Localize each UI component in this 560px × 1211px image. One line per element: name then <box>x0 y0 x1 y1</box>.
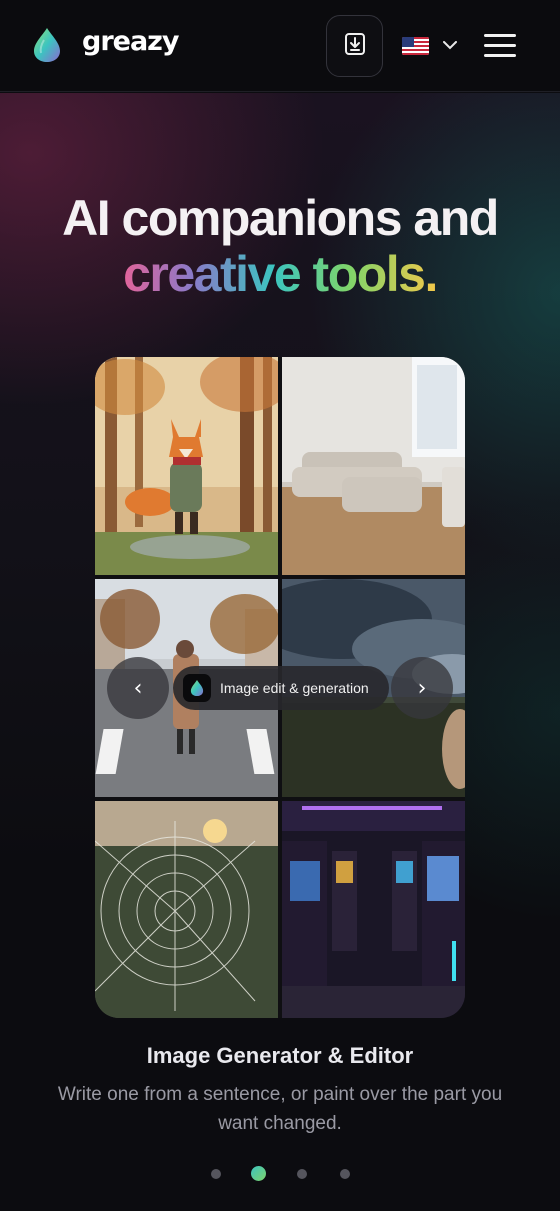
download-app-button[interactable] <box>326 15 383 77</box>
chevron-right-icon: › <box>417 675 427 701</box>
gallery-image-fox <box>95 357 278 575</box>
carousel-next-button[interactable]: › <box>391 657 453 719</box>
feature-title: Image Generator & Editor <box>146 1043 414 1068</box>
chevron-down-icon <box>443 37 457 55</box>
language-selector[interactable] <box>402 30 464 62</box>
carousel-pagination <box>0 1166 560 1181</box>
image-edit-badge[interactable]: Image edit & generation <box>173 666 389 710</box>
hamburger-menu-icon[interactable] <box>484 32 518 60</box>
gallery-image-spiderweb <box>95 801 278 1018</box>
download-icon <box>344 32 366 61</box>
gallery-image-room <box>282 357 465 575</box>
us-flag-icon <box>402 37 429 55</box>
top-header: greazy <box>0 0 560 92</box>
headline-line-2: creative tools. <box>123 246 438 302</box>
pagination-dot-3[interactable] <box>297 1169 307 1179</box>
brand-name[interactable]: greazy <box>82 26 179 57</box>
greazy-logo-icon[interactable] <box>30 26 64 64</box>
greazy-drop-icon <box>183 674 211 702</box>
chevron-left-icon: ‹ <box>133 675 143 701</box>
hero-headline: AI companions and creative tools. <box>0 190 560 302</box>
carousel-prev-button[interactable]: ‹ <box>107 657 169 719</box>
pagination-dot-1[interactable] <box>211 1169 221 1179</box>
pagination-dot-2-active[interactable] <box>251 1166 266 1181</box>
feature-description: Write one from a sentence, or paint over… <box>57 1084 503 1134</box>
badge-label: Image edit & generation <box>220 680 369 696</box>
pagination-dot-4[interactable] <box>340 1169 350 1179</box>
headline-line-1: AI companions and <box>62 190 499 246</box>
gallery-image-arcade <box>282 801 465 1018</box>
